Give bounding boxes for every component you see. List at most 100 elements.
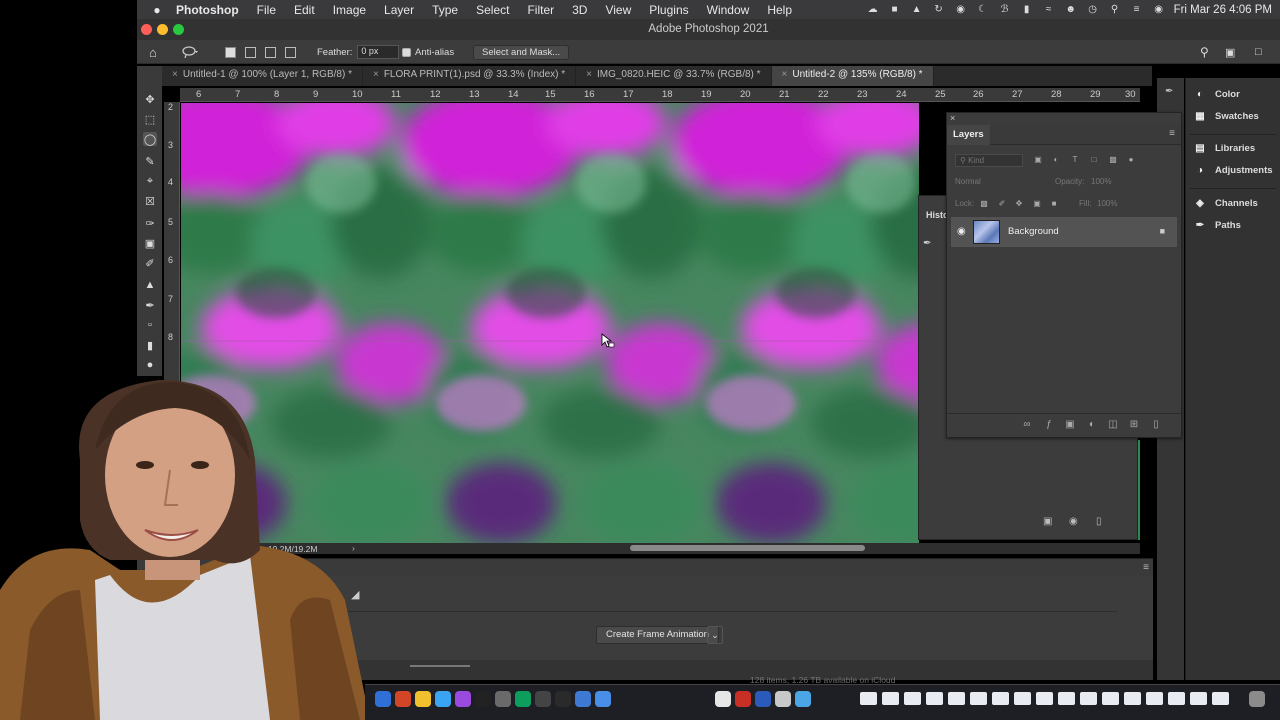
battery-icon[interactable]: ▮ [1020,4,1034,16]
menu-help[interactable]: Help [758,3,801,17]
zoom-icon[interactable]: ■ [888,4,902,16]
menu-select[interactable]: Select [467,3,518,17]
workspace-icon[interactable]: ▣ [1225,45,1235,59]
link-layers-icon[interactable]: ∞ [1021,419,1033,431]
dock-paths[interactable]: ✒ Paths [1194,219,1241,231]
filter-smartobject-icon[interactable]: ▩ [1108,155,1118,165]
lock-artboard-icon[interactable]: ▣ [1032,199,1042,209]
preview-app-icon[interactable] [775,691,791,707]
history-snapshot-icon[interactable]: ✒ [923,238,931,249]
opacity-field[interactable]: 100% [1091,177,1111,186]
notes-app-icon[interactable] [415,691,431,707]
folder-icon[interactable] [1080,692,1097,705]
add-to-selection-icon[interactable] [245,47,256,58]
brush-tool-icon[interactable]: ✐ [143,256,157,270]
close-tab-icon[interactable]: × [782,69,788,80]
delete-layer-icon[interactable]: ▯ [1150,419,1162,431]
create-frame-animation-button[interactable]: Create Frame Animation [596,626,719,644]
menu-file[interactable]: File [248,3,285,17]
mail-app-icon[interactable] [595,691,611,707]
antialias-control[interactable]: Anti-alias [402,45,454,59]
marquee-tool-icon[interactable]: ⬚ [143,112,157,126]
timeline-zoom-slider[interactable] [410,665,470,667]
menu-3d[interactable]: 3D [563,3,596,17]
grammarly-icon[interactable]: ◉ [954,4,968,16]
camera-snapshot-icon[interactable]: ◉ [1069,516,1078,527]
visibility-eye-icon[interactable]: ◉ [957,226,966,237]
layer-style-fx-icon[interactable]: ƒ [1043,419,1055,431]
select-and-mask-button[interactable]: Select and Mask... [473,44,570,60]
folder-icon[interactable] [970,692,987,705]
doc-tab-img-0820[interactable]: × IMG_0820.HEIC @ 33.7% (RGB/8) * [576,66,772,86]
lock-all-icon[interactable]: ■ [1049,199,1059,209]
settings-app-icon[interactable] [495,691,511,707]
panel-menu-icon[interactable]: ≡ [1169,128,1175,139]
siri-icon[interactable]: ◉ [1152,4,1166,16]
blend-mode-select[interactable]: Normal [955,177,981,186]
apple-menu-icon[interactable]: ● [147,3,167,17]
eyedropper-tool-icon[interactable]: ✑ [143,216,157,230]
folder-icon[interactable] [1168,692,1185,705]
menu-plugins[interactable]: Plugins [640,3,697,17]
dock-libraries[interactable]: ▤ Libraries [1194,142,1255,154]
photoshop-app-icon[interactable] [755,691,771,707]
close-tab-icon[interactable]: × [586,69,592,80]
folder-icon[interactable] [1124,692,1141,705]
layer-row-background[interactable]: ◉ Background ■ [951,217,1177,247]
calculator-app-icon[interactable] [535,691,551,707]
folder-icon[interactable] [926,692,943,705]
dock-adjustments[interactable]: ◑ Adjustments [1194,164,1273,176]
menu-type[interactable]: Type [423,3,467,17]
quick-select-tool-icon[interactable]: ✎ [143,154,157,168]
control-center-icon[interactable]: ≡ [1130,4,1144,16]
folder-icon[interactable] [904,692,921,705]
calendar-app-icon[interactable] [715,691,731,707]
folder-icon[interactable] [992,692,1009,705]
intersect-selection-icon[interactable] [285,47,296,58]
close-tab-icon[interactable]: × [172,69,178,80]
lock-transparent-icon[interactable]: ▩ [979,199,989,209]
share-icon[interactable]: □ [1255,45,1262,59]
menu-window[interactable]: Window [698,3,759,17]
folder-icon[interactable] [1058,692,1075,705]
zoom-app-icon[interactable] [575,691,591,707]
delete-state-icon[interactable]: ▯ [1096,516,1102,527]
doc-tab-untitled-2[interactable]: × Untitled-2 @ 135% (RGB/8) * [771,66,934,86]
folder-icon[interactable] [1036,692,1053,705]
acrobat-app-icon[interactable] [735,691,751,707]
menu-filter[interactable]: Filter [518,3,563,17]
layer-kind-filter[interactable]: ⚲ Kind [955,154,1023,167]
lock-image-icon[interactable]: ✐ [997,199,1007,209]
move-tool-icon[interactable]: ✥ [143,92,157,106]
horizontal-scrollbar[interactable] [630,545,865,551]
history-brush-panel-icon[interactable]: ✒ [1165,86,1173,97]
close-panel-icon[interactable]: × [950,113,955,123]
lasso-tool-icon[interactable]: ◯ [143,132,157,146]
dock-channels[interactable]: ◈ Channels [1194,197,1258,209]
wifi-icon[interactable]: ≈ [1042,4,1056,16]
new-selection-icon[interactable] [225,47,236,58]
trash-icon[interactable] [1249,691,1265,707]
frame-tool-icon[interactable]: ☒ [143,194,157,208]
time-machine-icon[interactable]: ◷ [1086,4,1100,16]
lock-position-icon[interactable]: ✥ [1014,199,1024,209]
filter-type-icon[interactable]: T [1070,155,1080,165]
doc-tab-untitled-1[interactable]: × Untitled-1 @ 100% (Layer 1, RGB/8) * [162,66,363,86]
add-mask-icon[interactable]: ▣ [1064,419,1076,431]
menu-edit[interactable]: Edit [285,3,324,17]
ruler-horizontal[interactable]: 6 7 8 9 10 11 12 13 14 15 16 17 18 19 20… [180,88,1140,102]
menu-app-photoshop[interactable]: Photoshop [167,3,248,17]
folder-icon[interactable] [1014,692,1031,705]
lasso-tool-preset-icon[interactable] [182,45,200,59]
finder-app-icon[interactable] [375,691,391,707]
layers-tab[interactable]: Layers [947,125,990,145]
excel-app-icon[interactable] [515,691,531,707]
menu-layer[interactable]: Layer [375,3,423,17]
folder-icon[interactable] [1190,692,1207,705]
new-group-icon[interactable]: ◫ [1107,419,1119,431]
dock-color[interactable]: ◐ Color [1194,88,1240,100]
filter-toggle-icon[interactable]: ● [1126,155,1136,165]
menu-image[interactable]: Image [324,3,375,17]
chrome-app-icon[interactable] [555,691,571,707]
folder-icon[interactable] [1212,692,1229,705]
